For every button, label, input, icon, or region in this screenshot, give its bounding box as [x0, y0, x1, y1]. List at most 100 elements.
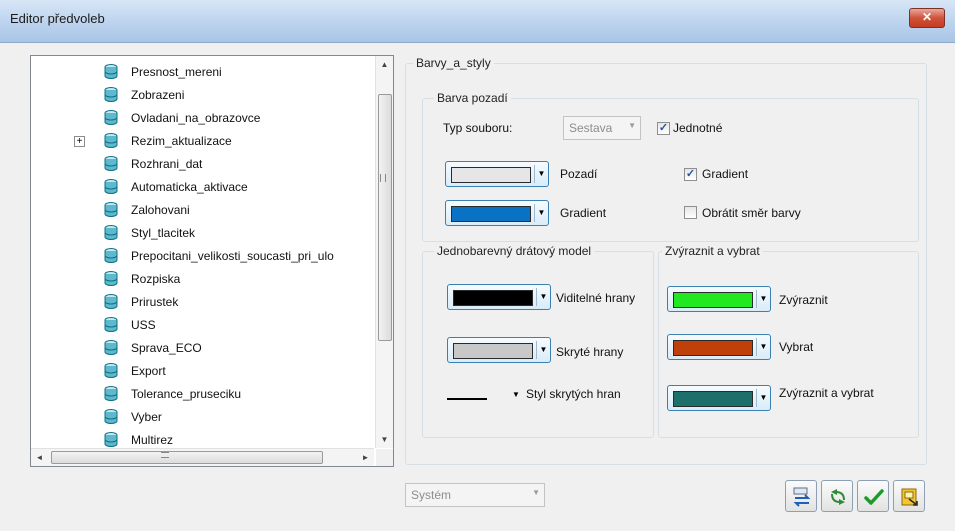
select-label: Vybrat [779, 340, 814, 354]
check-mark-icon: ✓ [658, 122, 669, 134]
uniform-checkbox[interactable]: ✓ [657, 122, 670, 135]
tree-item[interactable]: Tolerance_pruseciku [31, 383, 374, 406]
tree-item[interactable]: Zobrazeni [31, 84, 374, 107]
database-icon [104, 432, 118, 447]
gradient-label: Gradient [560, 206, 607, 220]
highlight-color-picker[interactable]: ▼ [667, 286, 771, 312]
highlight-select-color-picker[interactable]: ▼ [667, 385, 771, 411]
gradient-checkbox-label: Gradient [702, 167, 749, 181]
horizontal-scrollbar[interactable]: ◄ ► [31, 448, 374, 466]
database-icon [104, 386, 118, 401]
chevron-down-icon: ▼ [759, 294, 768, 303]
visible-edges-color-picker[interactable]: ▼ [447, 284, 551, 310]
tree-item[interactable]: Rozhrani_dat [31, 153, 374, 176]
highlight-label: Zvýraznit [779, 293, 828, 307]
horizontal-scroll-grip [161, 452, 169, 458]
highlight-select-color-swatch [673, 391, 753, 407]
tree-item-label: Zalohovani [131, 203, 190, 217]
tree-item-label: Rozhrani_dat [131, 157, 203, 171]
database-icon [104, 110, 118, 125]
combo-divider [534, 165, 535, 183]
tree-item[interactable]: Sprava_ECO [31, 337, 374, 360]
system-select[interactable]: Systém ▼ [405, 483, 545, 507]
database-icon [104, 64, 118, 79]
scroll-down-arrow-icon[interactable]: ▼ [376, 431, 393, 448]
tree-item[interactable]: Ovladani_na_obrazovce [31, 107, 374, 130]
scroll-left-arrow-icon[interactable]: ◄ [31, 449, 48, 466]
export-file-button[interactable] [893, 480, 925, 512]
scrollbar-corner [376, 449, 393, 466]
uniform-label: Jednotné [673, 121, 723, 135]
vertical-scrollbar[interactable]: ▲ ▼ [375, 56, 393, 448]
tree-item[interactable]: Presnost_mereni [31, 61, 374, 84]
database-icon [104, 133, 118, 148]
tree-item-label: USS [131, 318, 156, 332]
recycle-button[interactable] [821, 480, 853, 512]
preferences-editor-window: Editor předvoleb ✕ Presnost_mereni Zobraz… [0, 0, 955, 531]
horizontal-scroll-thumb[interactable] [51, 451, 323, 464]
tree-item[interactable]: Automaticka_aktivace [31, 176, 374, 199]
tree-item-label: Vyber [131, 410, 162, 424]
chevron-down-icon: ▼ [537, 169, 546, 178]
file-type-select[interactable]: Sestava ▼ [563, 116, 641, 140]
chevron-down-icon: ▼ [537, 208, 546, 217]
tree-item[interactable]: Multirez [31, 429, 374, 448]
scroll-right-arrow-icon[interactable]: ► [357, 449, 374, 466]
chevron-down-icon: ▼ [759, 342, 768, 351]
combo-divider [536, 288, 537, 306]
tree-item-label: Rezim_aktualizace [131, 134, 232, 148]
hidden-edge-style-preview[interactable] [447, 398, 487, 400]
tree-item[interactable]: Prepocitani_velikosti_soucasti_pri_ulo [31, 245, 374, 268]
database-icon [104, 87, 118, 102]
chevron-down-icon: ▼ [532, 488, 540, 497]
chevron-down-icon[interactable]: ▼ [512, 390, 520, 399]
tree-item-label: Rozpiska [131, 272, 181, 286]
tree-item[interactable]: Export [31, 360, 374, 383]
tree-item-label: Styl_tlacitek [131, 226, 196, 240]
gradient-color-picker[interactable]: ▼ [445, 200, 549, 226]
hidden-edges-color-picker[interactable]: ▼ [447, 337, 551, 363]
system-value: Systém [411, 488, 452, 502]
vertical-scroll-thumb[interactable] [378, 94, 392, 341]
visible-edges-label: Viditelné hrany [556, 291, 636, 305]
tree-item-label: Sprava_ECO [131, 341, 202, 355]
select-color-picker[interactable]: ▼ [667, 334, 771, 360]
tree-list: Presnost_mereni Zobrazeni Ovladani_na_obra… [31, 56, 374, 448]
reverse-direction-label: Obrátit směr barvy [702, 206, 801, 220]
database-icon [104, 340, 118, 355]
tree-item[interactable]: USS [31, 314, 374, 337]
tree-item[interactable]: Rozpiska [31, 268, 374, 291]
transfer-icon [793, 487, 811, 507]
gradient-checkbox[interactable]: ✓ [684, 168, 697, 181]
tree-item[interactable]: Vyber [31, 406, 374, 429]
reverse-direction-checkbox[interactable] [684, 206, 697, 219]
ok-button[interactable] [857, 480, 889, 512]
database-icon [104, 156, 118, 171]
vertical-scroll-grip [380, 174, 386, 182]
tree-item[interactable]: Styl_tlacitek [31, 222, 374, 245]
tree-item-label: Zobrazeni [131, 88, 185, 102]
background-color-picker[interactable]: ▼ [445, 161, 549, 187]
background-color-title: Barva pozadí [434, 91, 511, 105]
tree-item-label: Ovladani_na_obrazovce [131, 111, 261, 125]
tree-item-label: Tolerance_pruseciku [131, 387, 242, 401]
tree-item[interactable]: + Rezim_aktualizace [31, 130, 374, 153]
preferences-tree[interactable]: Presnost_mereni Zobrazeni Ovladani_na_obra… [30, 55, 394, 467]
database-icon [104, 179, 118, 194]
check-mark-icon: ✓ [685, 168, 696, 180]
close-icon: ✕ [921, 10, 933, 24]
background-label: Pozadí [560, 167, 598, 181]
checkmark-icon [864, 489, 884, 505]
tree-item[interactable]: Prirustek [31, 291, 374, 314]
export-file-icon [901, 488, 918, 506]
database-icon [104, 202, 118, 217]
expand-icon[interactable]: + [74, 136, 85, 147]
tree-item[interactable]: Zalohovani [31, 199, 374, 222]
close-button[interactable]: ✕ [909, 8, 945, 28]
scroll-up-arrow-icon[interactable]: ▲ [376, 56, 393, 73]
transfer-button[interactable] [785, 480, 817, 512]
visible-edges-color-swatch [453, 290, 533, 306]
combo-divider [534, 204, 535, 222]
chevron-down-icon: ▼ [759, 393, 768, 402]
tree-item-label: Prepocitani_velikosti_soucasti_pri_ulo [131, 249, 334, 263]
